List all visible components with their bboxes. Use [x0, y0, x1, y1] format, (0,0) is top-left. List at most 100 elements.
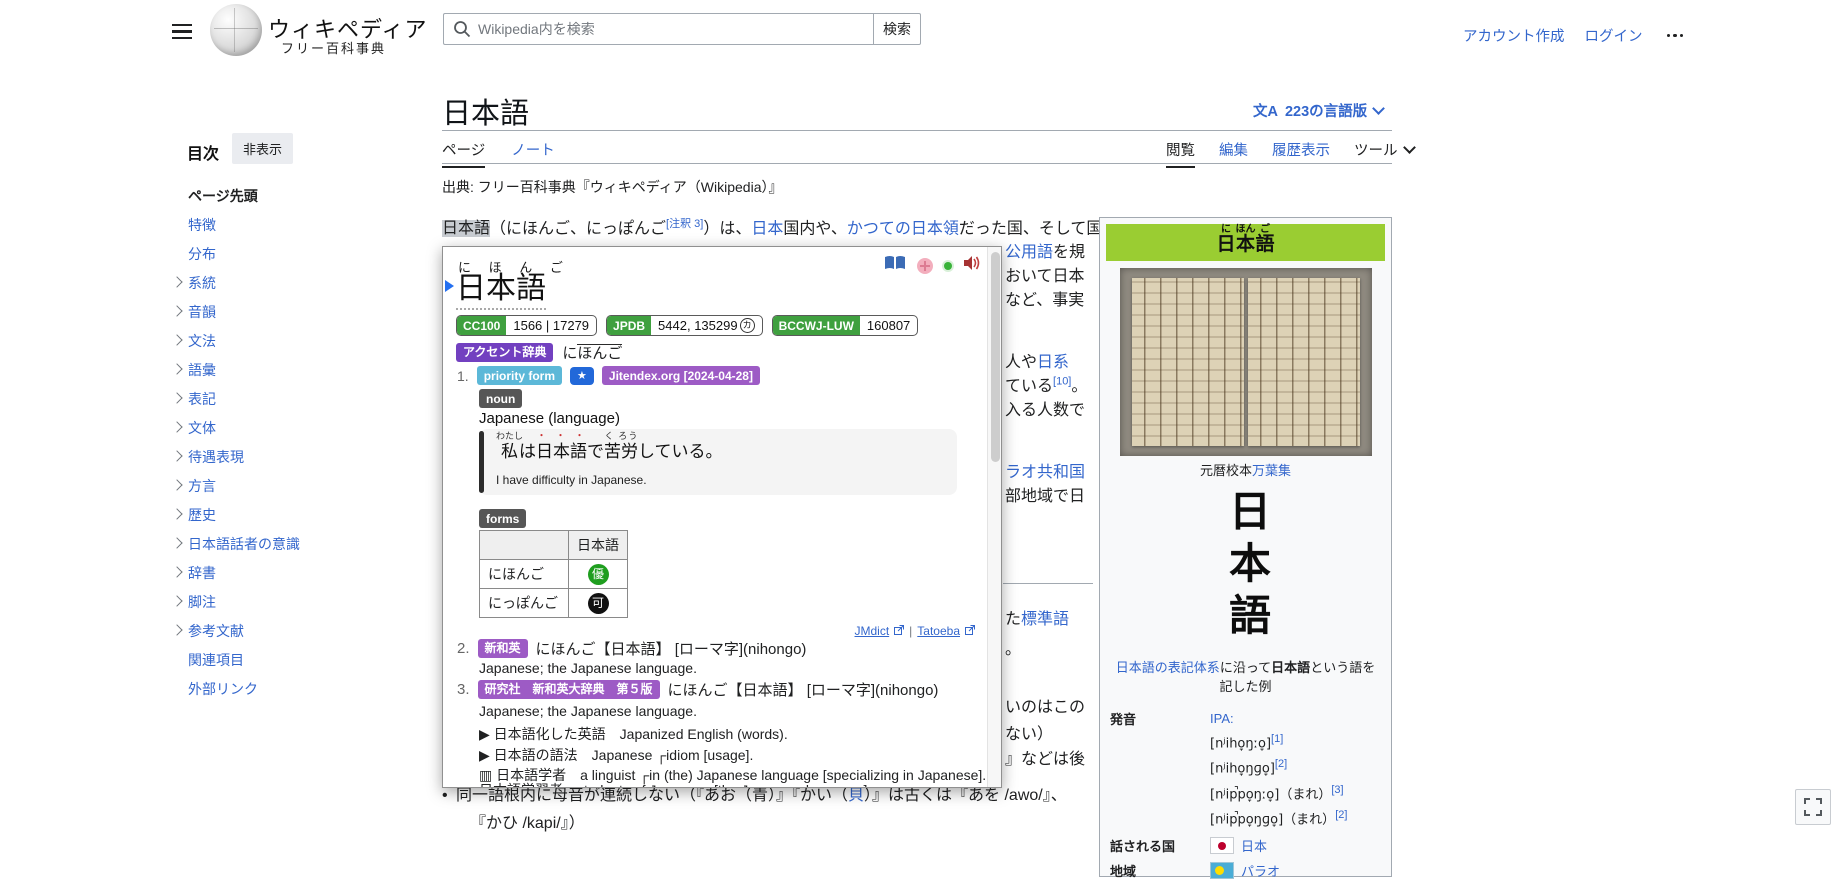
- footnote-ref[interactable]: [10]: [1053, 376, 1071, 388]
- dictionary-popup: に ほ ん ご 日本語 CC1001566 | 17279 JPDB5442, …: [442, 246, 1002, 788]
- toc-item[interactable]: 辞書: [171, 563, 371, 587]
- tab-edit[interactable]: 編集: [1219, 139, 1248, 160]
- audio-icon[interactable]: [963, 255, 981, 276]
- chevron-right-icon[interactable]: [171, 421, 182, 432]
- frequency-pill: BCCWJ-LUW160807: [772, 315, 919, 336]
- chevron-right-icon[interactable]: [171, 363, 182, 374]
- toc-item[interactable]: 待遇表現: [171, 447, 371, 471]
- toc-item[interactable]: 語彙: [171, 360, 371, 384]
- chevron-right-icon[interactable]: [171, 305, 182, 316]
- tab-history[interactable]: 履歴表示: [1272, 139, 1330, 160]
- toc-item-top[interactable]: ページ先頭: [171, 186, 371, 210]
- toc-item[interactable]: 特徴: [171, 215, 371, 239]
- toc-item[interactable]: 関連項目: [171, 650, 371, 674]
- example-translation: I have difficulty in Japanese.: [496, 473, 647, 487]
- toc-item[interactable]: 歴史: [171, 505, 371, 529]
- ipa-link[interactable]: IPA:: [1210, 711, 1234, 726]
- wiki-link[interactable]: 日本: [1241, 839, 1267, 854]
- tools-menu[interactable]: ツール: [1354, 139, 1414, 160]
- manuscript-image[interactable]: [1120, 268, 1372, 456]
- search-input[interactable]: [443, 13, 873, 45]
- login-link[interactable]: ログイン: [1585, 25, 1643, 46]
- toc-item[interactable]: 日本語話者の意識: [171, 534, 371, 558]
- external-link-icon: [965, 624, 975, 638]
- footnote-ref[interactable]: [2]: [1275, 758, 1287, 770]
- popup-scrollbar[interactable]: [987, 247, 1001, 787]
- gloss: Japanese (language): [479, 410, 620, 427]
- wiki-link[interactable]: 貝: [848, 787, 864, 804]
- wiki-link[interactable]: かつての日本領: [847, 220, 959, 237]
- chevron-right-icon[interactable]: [171, 624, 182, 635]
- example-bracket: [479, 431, 484, 493]
- scrollbar-thumb[interactable]: [991, 252, 1000, 462]
- chevron-down-icon: [1372, 102, 1385, 115]
- jmdict-link[interactable]: JMdict: [855, 624, 890, 638]
- chevron-right-icon[interactable]: [171, 334, 182, 345]
- main-menu-icon[interactable]: [172, 20, 194, 38]
- footnote-ref[interactable]: [2]: [1335, 809, 1347, 821]
- toc-title: 目次: [187, 140, 219, 164]
- create-account-link[interactable]: アカウント作成: [1463, 25, 1565, 46]
- image-caption: 元暦校本万葉集: [1100, 460, 1391, 479]
- ipa-line: [nʲiho̞ŋːo̞][1]: [1210, 729, 1391, 754]
- toc-item[interactable]: 文体: [171, 418, 371, 442]
- frequency-tags: CC1001566 | 17279 JPDB5442, 135299カ BCCW…: [456, 315, 927, 336]
- example-japanese: 私わたしは日本語・ ・ ・で苦労く ろうしている。: [496, 431, 723, 462]
- add-note-icon[interactable]: [917, 258, 933, 274]
- tatoeba-link[interactable]: Tatoeba: [917, 624, 960, 638]
- title-divider: [442, 130, 1392, 131]
- toc-item[interactable]: 文法: [171, 331, 371, 355]
- list-item-continued: 『かひ /kapi/』）: [470, 809, 585, 833]
- dictionary-book-icon[interactable]: [884, 255, 906, 276]
- footnote-ref[interactable]: [注釈 3]: [666, 218, 703, 230]
- toc-item[interactable]: 表記: [171, 389, 371, 413]
- toc-item[interactable]: 音韻: [171, 302, 371, 326]
- chevron-right-icon[interactable]: [171, 508, 182, 519]
- text-fragment: ない）: [1005, 720, 1097, 744]
- search-button[interactable]: 検索: [873, 13, 921, 45]
- wiki-link[interactable]: 万葉集: [1252, 463, 1291, 478]
- toc-hide-button[interactable]: 非表示: [232, 133, 293, 164]
- fullscreen-button[interactable]: [1795, 789, 1831, 825]
- chevron-right-icon[interactable]: [171, 566, 182, 577]
- toc-item[interactable]: 分布: [171, 244, 371, 268]
- wiki-link[interactable]: 日本: [751, 220, 783, 237]
- pitch-accent-row: アクセント辞典 にほんご: [456, 342, 622, 363]
- wiki-link[interactable]: 日本語の表記体系: [1116, 660, 1220, 675]
- dictionary-tag: アクセント辞典: [456, 343, 553, 362]
- toc-item[interactable]: 系統: [171, 273, 371, 297]
- table-row: にっぽんご可: [480, 589, 628, 618]
- text-fragment: ラオ共和国: [1005, 458, 1097, 482]
- scanned-word-highlight: 日本語: [442, 220, 490, 237]
- wikipedia-logo-globe[interactable]: [210, 4, 262, 56]
- status-dot-icon[interactable]: [944, 262, 952, 270]
- text-fragment: など、事実: [1005, 286, 1097, 310]
- toc-item[interactable]: 方言: [171, 476, 371, 500]
- toc-item[interactable]: 参考文献: [171, 621, 371, 645]
- chevron-right-icon[interactable]: [171, 450, 182, 461]
- user-links: アカウント作成 ログイン: [1463, 25, 1687, 46]
- language-selector-button[interactable]: 文A 223の言語版: [1253, 100, 1383, 121]
- palau-flag-icon: [1210, 862, 1234, 879]
- chevron-right-icon[interactable]: [171, 537, 182, 548]
- text-fragment: 。: [1005, 635, 1097, 659]
- frequency-pill: JPDB5442, 135299カ: [606, 315, 763, 336]
- chevron-right-icon[interactable]: [171, 595, 182, 606]
- star-icon[interactable]: ★: [570, 367, 594, 385]
- toc-item[interactable]: 外部リンク: [171, 679, 371, 703]
- current-entry-marker: [445, 280, 454, 292]
- definition-1-tags: 1. priority form ★ Jitendex.org [2024-04…: [457, 366, 760, 385]
- wiki-link[interactable]: パラオ: [1241, 864, 1280, 879]
- pronunciation-row: 発音 IPA: [nʲiho̞ŋːo̞][1] [nʲiho̞ŋɡo̞][2] …: [1100, 706, 1391, 833]
- footnote-ref[interactable]: [3]: [1331, 784, 1343, 796]
- more-options-icon[interactable]: [1663, 30, 1688, 42]
- pitch-accent-reading: にほんご: [562, 342, 622, 363]
- toc-item[interactable]: 脚注: [171, 592, 371, 616]
- entry-3-gloss: Japanese; the Japanese language.: [479, 703, 697, 719]
- table-row: にほんご優: [480, 560, 628, 589]
- footnote-ref[interactable]: [1]: [1271, 733, 1283, 745]
- chevron-right-icon[interactable]: [171, 392, 182, 403]
- wikipedia-tagline: フリー百科事典: [281, 38, 386, 57]
- chevron-right-icon[interactable]: [171, 479, 182, 490]
- chevron-right-icon[interactable]: [171, 276, 182, 287]
